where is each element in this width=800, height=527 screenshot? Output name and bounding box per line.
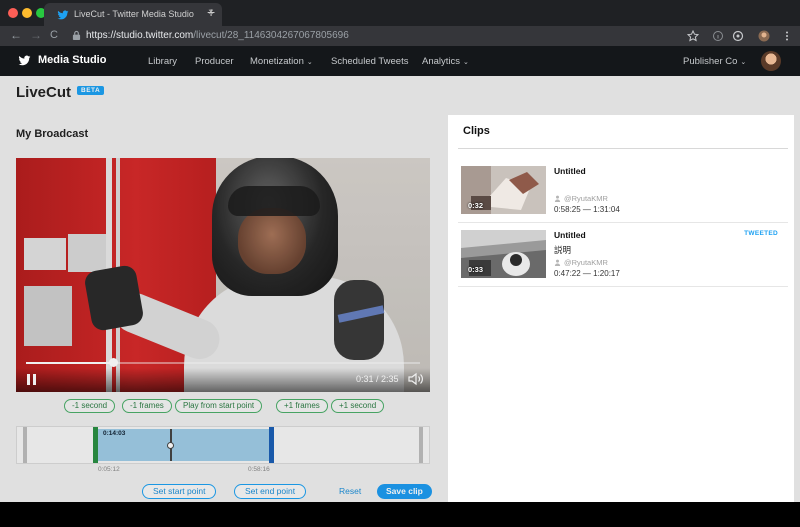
clip-time-range: 0:47:22 — 1:20:17: [554, 269, 620, 278]
chevron-down-icon: ⌄: [306, 59, 313, 66]
browser-tab-bar: LiveCut - Twitter Media Studio × +: [0, 0, 800, 26]
pause-icon[interactable]: [26, 373, 37, 386]
profile-icon[interactable]: [758, 30, 770, 42]
minimize-window-button[interactable]: [22, 8, 32, 18]
nav-scheduled-tweets[interactable]: Scheduled Tweets: [331, 56, 408, 67]
clip-title[interactable]: Untitled: [554, 166, 586, 176]
bookmark-star-icon[interactable]: [687, 30, 699, 42]
clip-thumbnail[interactable]: 0:33: [461, 230, 546, 278]
app-title[interactable]: Media Studio: [38, 54, 106, 66]
clip-timeline[interactable]: 0:14:03: [16, 426, 430, 464]
account-switcher[interactable]: Publisher Co ⌄: [683, 56, 746, 67]
browser-menu-icon[interactable]: [781, 30, 793, 42]
volume-icon[interactable]: [408, 372, 424, 386]
clip-author: @RyutaKMR: [554, 258, 608, 267]
clip-author-handle: @RyutaKMR: [564, 194, 608, 203]
save-clip-button[interactable]: Save clip: [377, 484, 432, 499]
info-icon[interactable]: [712, 30, 724, 42]
media-studio-header: Media Studio Library Producer Monetizati…: [0, 46, 800, 76]
chevron-down-icon: ⌄: [740, 59, 747, 66]
nav-monetization[interactable]: Monetization ⌄: [250, 56, 313, 67]
browser-url-bar: ← → C https://studio.twitter.com/livecut…: [0, 26, 800, 46]
clips-divider: [458, 148, 788, 149]
reload-icon[interactable]: C: [50, 29, 58, 41]
minus-one-frame-button[interactable]: -1 frames: [122, 399, 172, 413]
clip-list-item[interactable]: 0:32 Untitled @RyutaKMR 0:58:25 — 1:31:0…: [458, 159, 788, 223]
timeline-tick-label: 0:05:12: [98, 466, 120, 473]
url-path: /livecut/28_1146304267067805696: [193, 30, 349, 41]
clip-description: 説明: [554, 245, 572, 255]
nav-analytics-label: Analytics: [422, 56, 461, 67]
playhead-knob[interactable]: [167, 442, 174, 449]
progress-handle[interactable]: [108, 358, 118, 367]
lock-icon: [72, 30, 81, 40]
video-frame-visor: [228, 186, 320, 216]
timeline-tick-label: 0:58:16: [248, 466, 270, 473]
beta-badge: BETA: [77, 86, 105, 95]
clip-duration: 0:32: [468, 201, 484, 210]
section-title: My Broadcast: [16, 128, 89, 140]
video-frame-panel: [24, 286, 72, 346]
reset-button[interactable]: Reset: [339, 486, 361, 496]
nav-monetization-label: Monetization: [250, 56, 304, 67]
clips-panel-title: Clips: [463, 125, 490, 137]
twitter-logo-icon[interactable]: [17, 54, 32, 67]
clip-list-item[interactable]: 0:33 Untitled 説明 @RyutaKMR 0:47:22 — 1:2…: [458, 223, 788, 287]
clip-time-range: 0:58:25 — 1:31:04: [554, 205, 620, 214]
twitter-bird-icon: [57, 10, 69, 20]
video-frame-panel: [68, 234, 108, 272]
forward-arrow-icon[interactable]: →: [30, 28, 42, 42]
account-name: Publisher Co: [683, 56, 738, 67]
start-point-handle[interactable]: [93, 427, 98, 463]
nav-library[interactable]: Library: [148, 56, 177, 67]
url-host: https://studio.twitter.com: [86, 30, 194, 41]
clip-duration: 0:33: [468, 265, 484, 274]
chevron-down-icon: ⌄: [463, 59, 469, 66]
time-readout: 0:31 / 2:35: [356, 374, 399, 384]
plus-one-second-button[interactable]: +1 second: [331, 399, 385, 413]
clip-thumbnail[interactable]: 0:32: [461, 166, 546, 214]
video-frame-face: [238, 208, 306, 274]
play-from-start-point-button[interactable]: Play from start point: [175, 399, 263, 413]
avatar[interactable]: [761, 51, 781, 71]
person-icon: [554, 195, 561, 202]
video-frame-glove: [83, 263, 145, 333]
progress-fill: [26, 362, 113, 364]
address-field[interactable]: https://studio.twitter.com/livecut/28_11…: [86, 30, 349, 41]
tweeted-badge: TWEETED: [744, 230, 778, 237]
close-window-button[interactable]: [8, 8, 18, 18]
nav-producer[interactable]: Producer: [195, 56, 234, 67]
video-frame-panel: [24, 238, 66, 270]
set-end-point-button[interactable]: Set end point: [234, 484, 307, 499]
video-player[interactable]: 0:31 / 2:35: [16, 158, 430, 392]
back-arrow-icon[interactable]: ←: [10, 28, 22, 42]
set-start-point-button[interactable]: Set start point: [142, 484, 217, 499]
clip-author-handle: @RyutaKMR: [564, 258, 608, 267]
clip-title[interactable]: Untitled: [554, 230, 586, 240]
page-title: LiveCut: [16, 84, 72, 101]
nav-analytics[interactable]: Analytics ⌄: [422, 56, 469, 67]
clips-panel: Clips 0:32 Untitled @RyutaKMR 0:58:25 — …: [448, 115, 794, 502]
browser-tab[interactable]: LiveCut - Twitter Media Studio ×: [44, 3, 222, 26]
extension-icon[interactable]: [732, 30, 744, 42]
tab-title: LiveCut - Twitter Media Studio: [74, 9, 194, 19]
minus-one-second-button[interactable]: -1 second: [64, 399, 116, 413]
end-point-handle[interactable]: [269, 427, 274, 463]
new-tab-button[interactable]: +: [207, 4, 215, 20]
clip-author: @RyutaKMR: [554, 194, 608, 203]
selection-duration-label: 0:14:03: [103, 430, 126, 437]
plus-one-frame-button[interactable]: +1 frames: [276, 399, 328, 413]
person-icon: [554, 259, 561, 266]
timeline-right-handle[interactable]: [419, 427, 423, 463]
timeline-left-handle[interactable]: [23, 427, 27, 463]
